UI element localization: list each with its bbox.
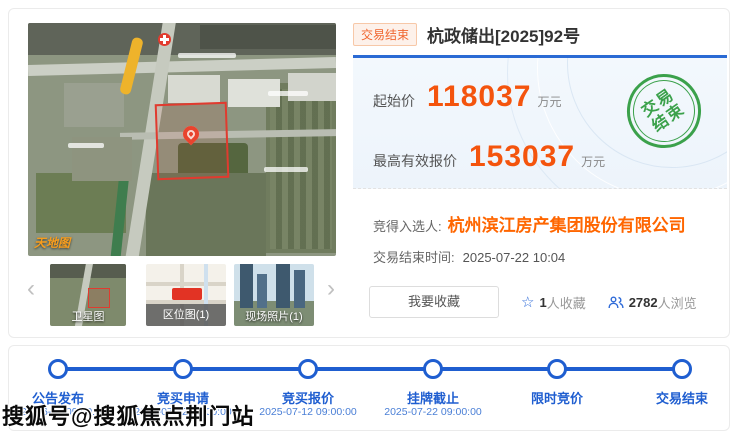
start-price-row: 起始价 118037 万元 [373, 82, 561, 112]
thumbnail-satellite[interactable]: 卫星图 [50, 264, 126, 326]
end-time-row: 交易结束时间: 2025-07-22 10:04 [373, 247, 565, 266]
listing-info-panel: 交易结束 杭政储出[2025]92号 起始价 118037 万元 最高有效报价 … [353, 9, 727, 339]
favorites-count: 1 [539, 295, 546, 310]
panel-header: 交易结束 杭政储出[2025]92号 [353, 22, 727, 47]
views-count: 2782 [629, 295, 658, 310]
status-badge: 交易结束 [353, 23, 417, 46]
satellite-map[interactable]: 天地图 [28, 23, 336, 256]
views-suffix: 人浏览 [658, 293, 697, 312]
timeline-line [58, 367, 682, 371]
favorites-suffix: 人收藏 [547, 293, 586, 312]
map-road [28, 57, 336, 76]
price-card: 起始价 118037 万元 最高有效报价 153037 万元 交易 结束 [353, 55, 727, 189]
start-price-unit: 万元 [537, 93, 561, 110]
people-icon [608, 296, 624, 309]
timeline-dot [423, 359, 443, 379]
winner-name: 杭州滨江房产集团股份有限公司 [448, 211, 686, 236]
timeline-dot [298, 359, 318, 379]
carousel-next-icon[interactable]: › [327, 279, 335, 299]
thumbnail-caption: 区位图(1) [146, 304, 226, 326]
thumbnail-location-map[interactable]: 区位图(1) [146, 264, 226, 326]
thumbnail-caption: 现场照片(1) [234, 308, 314, 324]
highest-bid-value: 153037 [469, 142, 575, 172]
start-price-label: 起始价 [373, 91, 415, 111]
highest-bid-row: 最高有效报价 153037 万元 [373, 142, 605, 172]
highest-bid-unit: 万元 [581, 153, 605, 170]
tianditu-logo: 天地图 [34, 234, 70, 251]
thumbnail-site-photo[interactable]: 现场照片(1) [234, 264, 314, 326]
timeline-dot [48, 359, 68, 379]
timeline-dot [547, 359, 567, 379]
favorite-button[interactable]: 我要收藏 [369, 286, 499, 318]
start-price-value: 118037 [427, 82, 531, 112]
page-title: 杭政储出[2025]92号 [427, 22, 580, 47]
favorites-stat: ☆ 1 人收藏 [521, 293, 586, 312]
end-time-label: 交易结束时间: [373, 247, 455, 266]
star-icon: ☆ [521, 293, 534, 311]
sohu-watermark: 搜狐号@搜狐焦点荆门站 [2, 399, 254, 431]
carousel-prev-icon[interactable]: ‹ [27, 279, 35, 299]
action-row: 我要收藏 ☆ 1 人收藏 2782 人浏览 [369, 286, 740, 318]
winner-label: 竞得入选人: [373, 216, 442, 235]
highest-bid-label: 最高有效报价 [373, 151, 457, 171]
timeline-dot [672, 359, 692, 379]
thumbnail-caption: 卫星图 [50, 308, 126, 324]
listing-card: 天地图 ‹ › 卫星图 区位图(1) 现场照片(1) 交易结束 杭政储出[202… [8, 8, 730, 338]
end-time-value: 2025-07-22 10:04 [463, 250, 566, 265]
views-stat: 2782 人浏览 [608, 293, 697, 312]
winner-row: 竞得入选人: 杭州滨江房产集团股份有限公司 [373, 211, 686, 236]
hospital-icon [158, 33, 171, 46]
timeline-dot [173, 359, 193, 379]
